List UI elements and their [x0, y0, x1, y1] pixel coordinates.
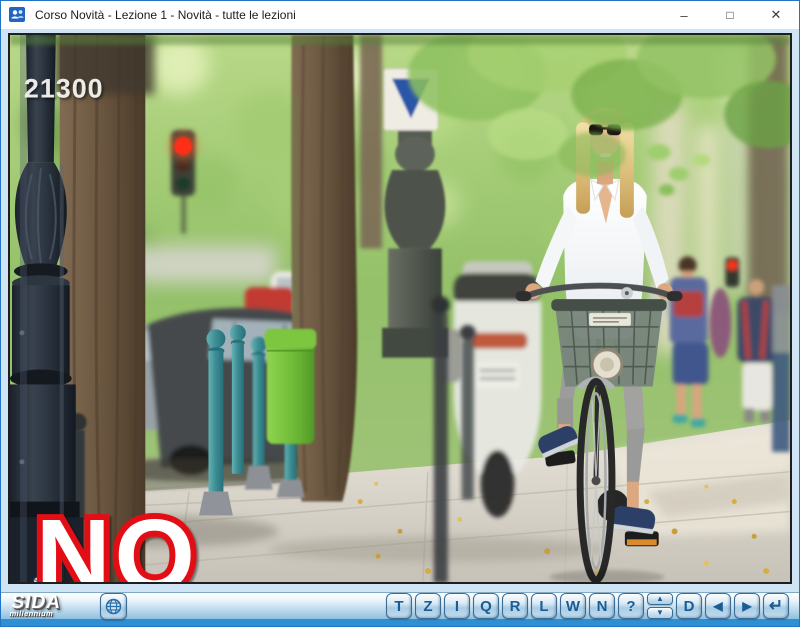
- spinner-down-button[interactable]: ▼: [647, 607, 673, 619]
- toolbar-button-r[interactable]: R: [502, 593, 528, 619]
- sida-logo-subtext: millennium: [9, 610, 96, 617]
- pedestrian-far-right: [772, 285, 790, 452]
- previous-button[interactable]: ◀: [705, 593, 731, 619]
- answer-no-text: NO: [36, 497, 199, 582]
- next-button[interactable]: ▶: [734, 593, 760, 619]
- toolbar-button-z[interactable]: Z: [415, 593, 441, 619]
- toolbar-button-t[interactable]: T: [386, 593, 412, 619]
- toolbar-button-n[interactable]: N: [589, 593, 615, 619]
- globe-button[interactable]: [100, 593, 127, 620]
- enter-button[interactable]: ↵: [763, 593, 789, 619]
- toolbar-button-help[interactable]: ?: [618, 593, 644, 619]
- navigation-buttons: T Z I Q R L W N ? ▲ ▼ D ◀ ▶ ↵: [386, 593, 789, 619]
- spinner-control: ▲ ▼: [647, 593, 673, 619]
- sida-logo-text: SIDA: [10, 595, 99, 610]
- answer-overlay: NO: [36, 497, 199, 582]
- spinner-up-button[interactable]: ▲: [647, 593, 673, 605]
- toolbar-button-l[interactable]: L: [531, 593, 557, 619]
- bottom-toolbar: SIDA millennium T Z I Q R L W N ? ▲ ▼ D: [1, 592, 799, 626]
- app-icon: [9, 6, 27, 24]
- window-controls: – □ ✕: [661, 1, 799, 29]
- lesson-photo: 21300 NO: [8, 33, 792, 584]
- toolbar-button-i[interactable]: I: [444, 593, 470, 619]
- titlebar: Corso Novità - Lezione 1 - Novità - tutt…: [1, 1, 799, 29]
- minimize-button[interactable]: –: [661, 1, 707, 29]
- maximize-button[interactable]: □: [707, 1, 753, 29]
- toolbar-button-w[interactable]: W: [560, 593, 586, 619]
- close-button[interactable]: ✕: [753, 1, 799, 29]
- toolbar-button-d[interactable]: D: [676, 593, 702, 619]
- sida-logo: SIDA millennium: [9, 595, 99, 617]
- pedestrian-backpacker: [737, 279, 775, 422]
- window-title: Corso Novità - Lezione 1 - Novità - tutt…: [35, 8, 296, 22]
- client-area: 21300 NO: [1, 29, 799, 592]
- tree-trunk-thin: [360, 35, 382, 248]
- globe-icon: [105, 598, 122, 615]
- app-window: Corso Novità - Lezione 1 - Novità - tutt…: [0, 0, 800, 627]
- toolbar-button-q[interactable]: Q: [473, 593, 499, 619]
- question-number-overlay: 21300: [24, 74, 104, 104]
- question-number: 21300: [24, 74, 104, 104]
